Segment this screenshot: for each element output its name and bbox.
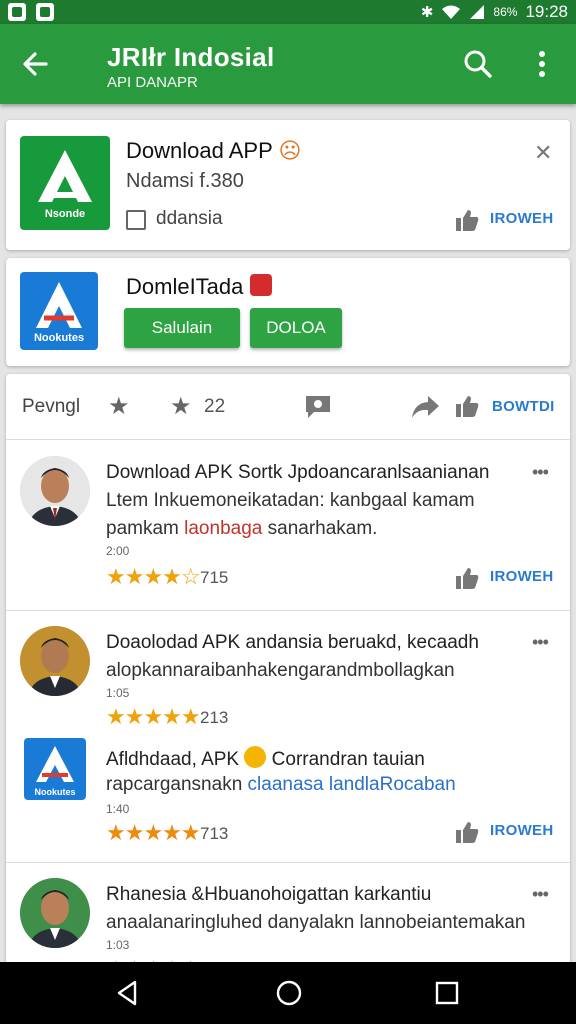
review-body: anaalanaringluhed danyalakn lannobeiante… xyxy=(106,912,526,933)
more-horizontal-icon[interactable]: ••• xyxy=(532,884,549,905)
app-name: Download APP ☹ xyxy=(126,138,302,163)
search-icon[interactable] xyxy=(460,46,496,82)
action-link[interactable]: IROWEH xyxy=(490,568,553,585)
back-icon[interactable] xyxy=(113,978,143,1008)
review-body: alopkannaraibanhakengarandmbollagkan xyxy=(106,660,455,681)
wifi-icon xyxy=(442,5,461,19)
app-name: DomleITada xyxy=(126,274,272,300)
rating-count: 713 xyxy=(200,824,229,843)
share-icon[interactable] xyxy=(410,394,440,420)
review-body: rapcargansnakn claanasa landlaRocaban xyxy=(106,774,456,795)
close-icon[interactable]: ✕ xyxy=(534,140,552,166)
star-rating: ★★★★☆ xyxy=(106,564,201,589)
more-horizontal-icon[interactable]: ••• xyxy=(532,462,549,483)
app-icon[interactable]: Nookutes xyxy=(20,272,98,350)
navigation-bar xyxy=(0,962,576,1024)
install-card[interactable]: Nookutes DomleITada Salulain DOLOA xyxy=(6,258,570,366)
thumbs-up-icon[interactable] xyxy=(454,820,480,844)
review-title: Download APK Sortk Jpdoancaranlsaanianan xyxy=(106,462,490,483)
notification-icon xyxy=(36,3,54,21)
reviews-label: Pevngl xyxy=(22,396,81,417)
review-item: Download APK Sortk Jpdoancaranlsaanianan… xyxy=(6,440,570,610)
comment-icon[interactable] xyxy=(304,394,332,420)
reviews-header: Pevngl ★ ★ 22 BOWTDI xyxy=(6,374,570,440)
review-body: pamkam laonbaga sanarhakam. xyxy=(106,518,378,539)
review-item: Doaolodad APK andansia beruakd, kecaadh … xyxy=(6,610,570,860)
review-title: Rhanesia &Hbuanohoigattan karkantiu xyxy=(106,884,432,905)
app-icon-label: Nsonde xyxy=(44,208,86,220)
app-icon[interactable]: Nookutes xyxy=(24,738,86,800)
action-link[interactable]: IROWEH xyxy=(490,822,553,839)
clock: 19:28 xyxy=(525,2,568,21)
app-bar: JRIłr Indosial API DANAPR xyxy=(0,24,576,104)
recent-apps-icon[interactable] xyxy=(432,978,462,1008)
app-bar-title: JRIłr Indosial xyxy=(107,42,275,72)
review-body: Ltem Inkuemoneikatadan: kanbgaal kamam xyxy=(106,490,475,511)
review-meta: 2:00 xyxy=(106,544,130,558)
review-meta: 1:40 xyxy=(106,802,130,816)
app-bar-subtitle: API DANAPR xyxy=(107,74,198,91)
emoji-icon xyxy=(244,746,267,768)
star-icon[interactable]: ★ xyxy=(170,392,192,421)
signal-icon xyxy=(470,5,485,19)
home-icon[interactable] xyxy=(274,978,304,1008)
emoji-icon: ☹ xyxy=(278,138,302,163)
promo-card[interactable]: Nsonde Download APP ☹ Ndamsi f.380 ddans… xyxy=(6,120,570,250)
review-meta: 1:03 xyxy=(106,938,130,952)
download-button[interactable]: DOLOA xyxy=(250,308,342,348)
avatar xyxy=(20,878,90,948)
avatar xyxy=(20,456,90,526)
action-link[interactable]: BOWTDI xyxy=(492,398,555,415)
notification-icon xyxy=(8,3,26,21)
action-link[interactable]: IROWEH xyxy=(490,210,553,227)
rating-count: 213 xyxy=(200,708,229,727)
app-icon[interactable]: Nsonde xyxy=(20,136,110,230)
reviews-count: 22 xyxy=(204,396,226,417)
thumbs-up-icon[interactable] xyxy=(454,394,480,418)
app-icon-label: Nookutes xyxy=(34,787,76,797)
review-title: Afldhdaad, APK Corrandran tauian xyxy=(106,746,425,771)
star-rating: ★★★★★ xyxy=(106,704,201,729)
more-horizontal-icon[interactable]: ••• xyxy=(532,632,549,653)
status-bar: ✱ 86% 19:28 xyxy=(0,0,576,24)
star-rating: ★★★★★ xyxy=(106,820,201,845)
bluetooth-icon: ✱ xyxy=(420,4,434,21)
battery-level: 86% xyxy=(493,5,518,19)
rating-count: 715 xyxy=(200,568,229,587)
thumbs-up-icon[interactable] xyxy=(454,566,480,590)
app-icon-label: Nookutes xyxy=(33,332,85,344)
checkbox[interactable] xyxy=(126,210,146,230)
avatar xyxy=(20,626,90,696)
review-title: Doaolodad APK andansia beruakd, kecaadh xyxy=(106,632,479,653)
checkbox-label: ddansia xyxy=(156,208,223,229)
badge-icon xyxy=(249,274,272,296)
app-subtitle: Ndamsi f.380 xyxy=(126,170,244,192)
install-button[interactable]: Salulain xyxy=(124,308,240,348)
review-meta: 1:05 xyxy=(106,686,130,700)
reviews-card: Pevngl ★ ★ 22 BOWTDI Download APK Sortk … xyxy=(6,374,570,984)
thumbs-up-icon[interactable] xyxy=(454,208,480,232)
star-icon[interactable]: ★ xyxy=(108,392,130,421)
more-options-icon[interactable] xyxy=(528,46,556,82)
back-arrow-icon[interactable] xyxy=(18,46,54,82)
